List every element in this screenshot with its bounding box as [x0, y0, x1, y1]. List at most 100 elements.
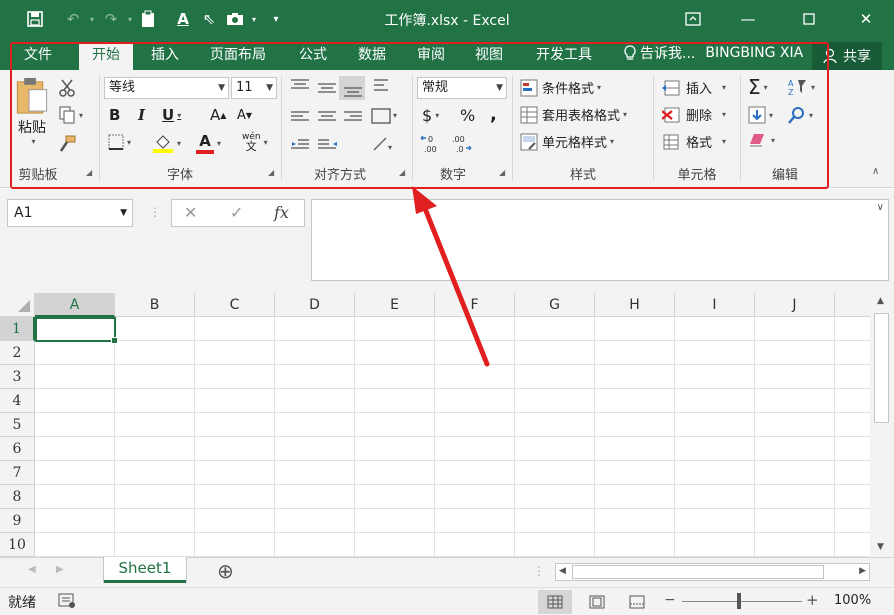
comma-button[interactable]: , — [490, 104, 497, 125]
zoom-out-icon[interactable]: − — [664, 592, 676, 608]
format-as-table-button[interactable]: 套用表格格式 ▾ — [520, 105, 627, 124]
drag-handle-icon[interactable]: ⋮ — [149, 205, 161, 219]
prev-sheet-icon[interactable]: ◀ — [28, 564, 36, 575]
column-header-j[interactable]: J — [755, 293, 835, 317]
scroll-left-icon[interactable]: ◀ — [559, 566, 566, 576]
sort-filter-button[interactable]: AZ ▾ — [788, 78, 815, 96]
column-header-f[interactable]: F — [435, 293, 515, 317]
tab-page-layout[interactable]: 页面布局 — [200, 42, 276, 70]
tab-split-handle-icon[interactable]: ⋮ — [533, 564, 545, 578]
column-header-d[interactable]: D — [275, 293, 355, 317]
vertical-scrollbar[interactable]: ▲ ▼ — [870, 293, 894, 557]
align-middle-button[interactable] — [314, 76, 338, 98]
fill-button[interactable]: ▾ — [748, 106, 773, 124]
horizontal-scrollbar[interactable]: ◀ ▶ — [555, 563, 870, 581]
bold-button[interactable]: B — [109, 106, 120, 124]
autosum-button[interactable]: Σ ▾ — [748, 75, 768, 99]
row-header-7[interactable]: 7 — [0, 461, 35, 485]
next-sheet-icon[interactable]: ▶ — [56, 564, 64, 575]
formula-input[interactable]: ∨ — [311, 199, 889, 281]
paste-button[interactable]: 粘贴 ▾ — [14, 76, 50, 146]
scroll-thumb[interactable] — [874, 313, 889, 423]
column-header-a[interactable]: A — [35, 293, 115, 317]
scroll-up-icon[interactable]: ▲ — [877, 296, 884, 306]
underline-button[interactable]: U ▾ — [162, 106, 181, 124]
page-break-view-button[interactable] — [620, 590, 654, 614]
currency-button[interactable]: $ ▾ — [422, 106, 439, 125]
maximize-icon[interactable] — [786, 0, 832, 38]
format-cells-button[interactable]: 格式 ▾ — [662, 132, 726, 151]
insert-function-icon[interactable]: fx — [274, 203, 289, 222]
add-sheet-icon[interactable]: ⊕ — [217, 559, 234, 583]
minimize-icon[interactable]: — — [725, 0, 771, 38]
row-header-6[interactable]: 6 — [0, 437, 35, 461]
font-color-button[interactable]: A ▾ — [196, 132, 221, 154]
enter-icon[interactable]: ✓ — [230, 203, 243, 222]
delete-cells-button[interactable]: 删除 ▾ — [662, 105, 726, 124]
name-box[interactable]: A1 ▼ — [7, 199, 133, 227]
scroll-right-icon[interactable]: ▶ — [859, 566, 866, 576]
tab-data[interactable]: 数据 — [348, 42, 396, 70]
italic-button[interactable]: I — [138, 106, 145, 124]
align-right-button[interactable] — [340, 106, 364, 128]
fill-color-button[interactable]: ▾ — [152, 132, 181, 154]
font-name-select[interactable]: 等线 ▼ — [104, 77, 229, 99]
cut-icon[interactable] — [58, 78, 78, 98]
insert-cells-button[interactable]: 插入 ▾ — [662, 78, 726, 97]
format-painter-icon[interactable] — [58, 134, 78, 154]
clear-button[interactable]: ▾ — [748, 132, 775, 148]
collapse-ribbon-icon[interactable]: ∧ — [872, 166, 879, 177]
row-header-8[interactable]: 8 — [0, 485, 35, 509]
alignment-launcher-icon[interactable]: ◢ — [399, 168, 405, 177]
find-select-button[interactable]: ▾ — [788, 106, 813, 124]
ribbon-display-options-icon[interactable] — [670, 0, 716, 38]
zoom-in-icon[interactable]: + — [806, 591, 819, 609]
wrap-text-button[interactable] — [372, 76, 396, 98]
column-header-i[interactable]: I — [675, 293, 755, 317]
column-header-e[interactable]: E — [355, 293, 435, 317]
page-layout-view-button[interactable] — [580, 590, 614, 614]
orientation-button[interactable] — [370, 132, 406, 154]
borders-button[interactable]: ▾ — [108, 134, 131, 150]
merge-center-button[interactable] — [370, 106, 406, 128]
column-header-g[interactable]: G — [515, 293, 595, 317]
tab-formulas[interactable]: 公式 — [290, 42, 336, 70]
tab-insert[interactable]: 插入 — [140, 42, 190, 70]
font-size-select[interactable]: 11 ▼ — [231, 77, 277, 99]
column-header-b[interactable]: B — [115, 293, 195, 317]
cancel-icon[interactable]: ✕ — [184, 203, 197, 222]
copy-icon[interactable]: ▾ — [58, 104, 92, 126]
row-header-10[interactable]: 10 — [0, 533, 35, 557]
percent-button[interactable]: % — [460, 106, 475, 125]
tab-home[interactable]: 开始 — [79, 42, 133, 70]
decrease-indent-button[interactable] — [288, 132, 312, 154]
worksheet-grid[interactable]: ABCDEFGHIJ 1 2 3 4 5 6 7 8 9 10 — [0, 293, 870, 557]
align-bottom-button[interactable] — [340, 76, 364, 98]
tab-developer[interactable]: 开发工具 — [524, 42, 604, 70]
row-header-3[interactable]: 3 — [0, 365, 35, 389]
tab-view[interactable]: 视图 — [466, 42, 512, 70]
row-header-4[interactable]: 4 — [0, 389, 35, 413]
share-button[interactable]: 共享 — [812, 42, 882, 70]
zoom-slider-track[interactable] — [682, 601, 802, 602]
clipboard-launcher-icon[interactable]: ◢ — [86, 168, 92, 177]
zoom-slider-handle[interactable] — [737, 593, 741, 609]
active-cell[interactable] — [35, 317, 118, 344]
number-format-select[interactable]: 常规 ▼ — [417, 77, 507, 99]
column-header-partial[interactable] — [835, 293, 870, 317]
tab-review[interactable]: 审阅 — [408, 42, 454, 70]
shrink-font-button[interactable]: A ▼ — [237, 108, 252, 123]
tab-file[interactable]: 文件 — [12, 42, 64, 70]
select-all-corner[interactable] — [0, 293, 35, 317]
column-header-c[interactable]: C — [195, 293, 275, 317]
normal-view-button[interactable] — [538, 590, 572, 614]
row-header-9[interactable]: 9 — [0, 509, 35, 533]
macro-record-icon[interactable] — [58, 591, 76, 613]
user-name[interactable]: BINGBING XIA — [705, 45, 803, 61]
conditional-formatting-button[interactable]: 条件格式 ▾ — [520, 78, 601, 97]
align-top-button[interactable] — [288, 76, 312, 98]
row-header-1[interactable]: 1 — [0, 317, 35, 341]
grow-font-button[interactable]: A ▲ — [210, 106, 226, 124]
number-launcher-icon[interactable]: ◢ — [499, 168, 505, 177]
expand-formula-icon[interactable]: ∨ — [877, 202, 884, 213]
